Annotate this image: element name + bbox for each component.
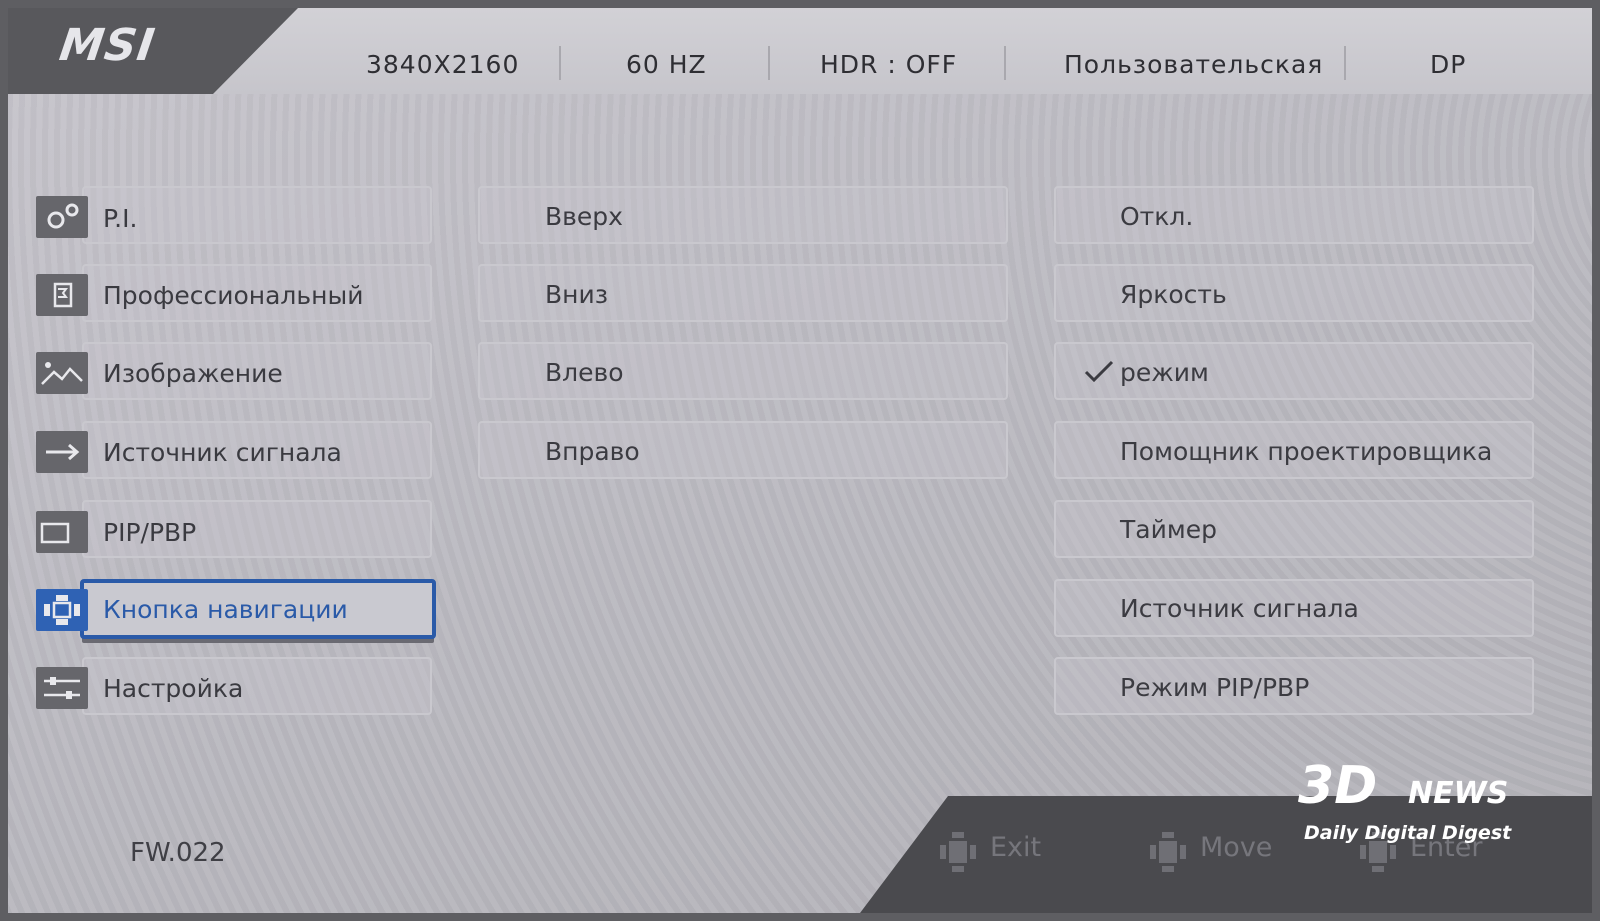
direction-label: Вниз — [545, 280, 609, 309]
option-label: Помощник проектировщика — [1120, 437, 1493, 466]
option-label: Источник сигнала — [1120, 594, 1359, 623]
input-arrow-icon — [36, 431, 88, 473]
watermark-news: NEWS — [1408, 776, 1509, 811]
watermark-subtitle: Daily Digital Digest — [1304, 822, 1512, 844]
option-label: Таймер — [1120, 515, 1217, 544]
input-readout: DP — [1430, 50, 1467, 79]
sidebar-item-label: Профессиональный — [103, 281, 364, 310]
status-separator — [1004, 46, 1006, 80]
option-label: Откл. — [1120, 202, 1194, 231]
firmware-version: FW.022 — [130, 838, 226, 868]
sidebar-item-label: Источник сигнала — [103, 438, 342, 467]
joystick-icon — [940, 832, 976, 872]
direction-label: Вверх — [545, 202, 623, 231]
sidebar-item-label: Изображение — [103, 359, 283, 388]
3dnews-watermark: 3D NEWS Daily Digital Digest — [1298, 756, 1558, 856]
option-label: Яркость — [1120, 280, 1227, 309]
exit-label: Exit — [990, 832, 1042, 863]
checkmark-icon — [1084, 360, 1114, 383]
sidebar-item-label: P.I. — [103, 204, 138, 233]
pip-icon — [36, 511, 88, 553]
status-separator — [768, 46, 770, 80]
msi-logo: MSI — [56, 20, 159, 71]
mode-readout: Пользовательская — [1064, 50, 1324, 79]
watermark-3d: 3D — [1298, 756, 1378, 816]
move-label: Move — [1200, 832, 1273, 863]
image-icon — [36, 352, 88, 394]
status-separator — [1344, 46, 1346, 80]
sidebar-item-label: PIP/PBP — [103, 518, 197, 547]
gears-icon — [36, 196, 88, 238]
nav-button-icon — [36, 589, 88, 631]
direction-label: Влево — [545, 358, 624, 387]
joystick-icon — [1150, 832, 1186, 872]
option-label: Режим PIP/PBP — [1120, 673, 1310, 702]
direction-label: Вправо — [545, 437, 640, 466]
refresh-readout: 60 HZ — [626, 50, 707, 79]
hdr-readout: HDR : OFF — [820, 50, 958, 79]
sliders-icon — [36, 667, 88, 709]
osd-screen: MSI 3840X2160 60 HZ HDR : OFF Пользовате… — [8, 8, 1592, 913]
flag-icon — [36, 274, 88, 316]
status-separator — [559, 46, 561, 80]
resolution-readout: 3840X2160 — [366, 50, 520, 79]
sidebar-item-label: Кнопка навигации — [103, 595, 348, 624]
option-label: режим — [1120, 358, 1209, 387]
sidebar-item-label: Настройка — [103, 674, 244, 703]
